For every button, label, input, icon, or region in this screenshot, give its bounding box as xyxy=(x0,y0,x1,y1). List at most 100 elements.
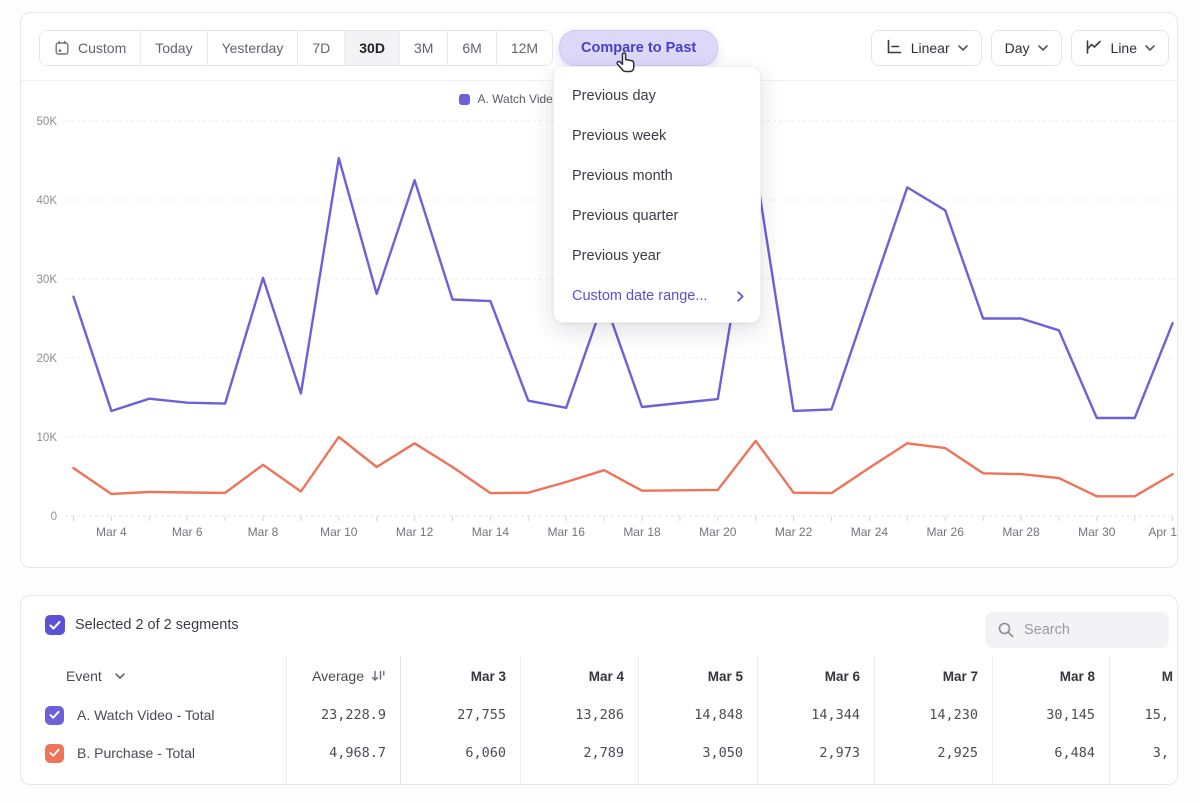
event-column-header[interactable]: Event xyxy=(21,668,286,684)
x-axis-label: Mar 4 xyxy=(96,525,127,539)
y-axis-label: 10K xyxy=(37,432,58,444)
y-axis-label: 40K xyxy=(37,195,58,207)
date-column-header-mar-6[interactable]: Mar 6 xyxy=(757,669,874,684)
column-divider xyxy=(992,656,993,784)
column-divider xyxy=(520,656,521,784)
dropdown-item-previous-year[interactable]: Previous year xyxy=(554,236,760,276)
range-yesterday[interactable]: Yesterday xyxy=(208,31,299,65)
dropdown-item-custom-date-range[interactable]: Custom date range... xyxy=(554,276,760,318)
column-divider xyxy=(874,656,875,784)
dropdown-item-previous-day[interactable]: Previous day xyxy=(554,76,760,116)
range-label: Yesterday xyxy=(222,40,284,56)
selected-segments-label: Selected 2 of 2 segments xyxy=(75,617,239,633)
value-cell: 14,344 xyxy=(757,707,874,723)
sort-descending-icon xyxy=(371,669,386,683)
value-cell: 2,789 xyxy=(520,745,638,761)
y-axis-label: 20K xyxy=(37,353,58,365)
chart-type-dropdown-button[interactable]: Line xyxy=(1071,30,1169,66)
range-30d[interactable]: 30D xyxy=(345,31,400,65)
y-axis-label: 50K xyxy=(37,116,58,128)
custom-date-range-label: Custom date range... xyxy=(572,288,707,304)
scale-label: Linear xyxy=(911,40,950,56)
value-cell: 14,848 xyxy=(638,707,757,723)
range-label: Custom xyxy=(78,40,126,56)
event-cell: B. Purchase - Total xyxy=(21,744,286,763)
range-custom[interactable]: Custom xyxy=(40,31,141,65)
search-input[interactable] xyxy=(1024,622,1154,638)
y-axis-label: 30K xyxy=(37,274,58,286)
segment-label: B. Purchase - Total xyxy=(77,745,195,761)
range-3m[interactable]: 3M xyxy=(400,31,448,65)
value-cell: 6,484 xyxy=(992,745,1109,761)
range-7d[interactable]: 7D xyxy=(298,31,345,65)
range-12m[interactable]: 12M xyxy=(497,31,552,65)
line-chart-icon xyxy=(1085,38,1103,59)
chevron-right-icon xyxy=(737,291,744,302)
column-divider xyxy=(286,656,287,784)
range-6m[interactable]: 6M xyxy=(448,31,496,65)
mouse-cursor-hand xyxy=(612,50,640,78)
average-value-cell: 23,228.9 xyxy=(286,707,400,723)
table-header-row: Event Average Mar 3Mar 4Mar 5Mar 6Mar 7Mar… xyxy=(21,656,1177,696)
date-range-group: Custom Today Yesterday 7D 30D 3M 6M 12M xyxy=(39,30,553,66)
compare-dropdown-menu: Previous dayPrevious weekPrevious monthP… xyxy=(553,66,761,323)
interval-label: Day xyxy=(1005,40,1030,56)
range-label: 6M xyxy=(462,40,481,56)
series-line-b-purchase-total[interactable] xyxy=(74,437,1173,496)
x-axis-label: Mar 26 xyxy=(927,525,965,539)
dropdown-item-previous-week[interactable]: Previous week xyxy=(554,116,760,156)
x-axis-label: Mar 28 xyxy=(1002,525,1040,539)
range-label: 7D xyxy=(312,40,330,56)
segment-checkbox-a-watch-video-total[interactable] xyxy=(45,706,64,725)
range-label: 3M xyxy=(414,40,433,56)
table-row: A. Watch Video - Total23,228.927,75513,2… xyxy=(21,696,1177,734)
column-divider xyxy=(400,656,401,784)
interval-dropdown-button[interactable]: Day xyxy=(991,30,1062,66)
x-axis-label: Mar 20 xyxy=(699,525,737,539)
x-axis-label: Mar 22 xyxy=(775,525,813,539)
average-column-header[interactable]: Average xyxy=(286,668,400,684)
x-axis-label: Mar 30 xyxy=(1078,525,1116,539)
legend-marker xyxy=(459,94,470,105)
date-column-header-mar-3[interactable]: Mar 3 xyxy=(400,669,520,684)
table-row: B. Purchase - Total4,968.76,0602,7893,05… xyxy=(21,734,1177,772)
linear-scale-icon xyxy=(885,38,903,59)
date-column-header-clipped: M xyxy=(1109,669,1177,684)
check-icon xyxy=(49,748,60,758)
value-cell: 2,973 xyxy=(757,745,874,761)
value-cell: 14,230 xyxy=(874,707,992,723)
chevron-down-icon xyxy=(1145,45,1155,51)
value-cell: 30,145 xyxy=(992,707,1109,723)
x-axis-label: Mar 8 xyxy=(248,525,279,539)
insights-dashboard: CustomTodayYesterday7D30D3M6M12M Compare… xyxy=(0,0,1200,802)
segments-card: Selected 2 of 2 segments Event Average Mar… xyxy=(20,595,1178,785)
dropdown-item-previous-month[interactable]: Previous month xyxy=(554,156,760,196)
date-column-header-mar-5[interactable]: Mar 5 xyxy=(638,669,757,684)
average-header-label: Average xyxy=(312,668,364,684)
x-axis-label: Mar 12 xyxy=(396,525,434,539)
x-axis-label: Apr 1 xyxy=(1148,525,1177,539)
check-icon xyxy=(49,710,60,720)
select-all-checkbox[interactable] xyxy=(45,615,65,635)
column-divider xyxy=(638,656,639,784)
search-icon xyxy=(997,621,1015,639)
date-column-header-mar-8[interactable]: Mar 8 xyxy=(992,669,1109,684)
dropdown-item-previous-quarter[interactable]: Previous quarter xyxy=(554,196,760,236)
value-cell: 27,755 xyxy=(400,707,520,723)
date-column-header-mar-7[interactable]: Mar 7 xyxy=(874,669,992,684)
range-label: Today xyxy=(155,40,192,56)
segment-checkbox-b-purchase-total[interactable] xyxy=(45,744,64,763)
x-axis-label: Mar 16 xyxy=(548,525,586,539)
calendar-icon xyxy=(54,40,70,56)
value-cell: 2,925 xyxy=(874,745,992,761)
event-header-label: Event xyxy=(66,668,102,684)
date-column-header-mar-4[interactable]: Mar 4 xyxy=(520,669,638,684)
range-today[interactable]: Today xyxy=(141,31,207,65)
scale-dropdown-button[interactable]: Linear xyxy=(871,30,982,66)
chevron-down-icon xyxy=(1038,45,1048,51)
x-axis-label: Mar 14 xyxy=(472,525,510,539)
chevron-down-icon xyxy=(958,45,968,51)
range-label: 12M xyxy=(511,40,538,56)
search-box[interactable] xyxy=(985,612,1169,648)
chevron-down-icon xyxy=(115,673,125,679)
